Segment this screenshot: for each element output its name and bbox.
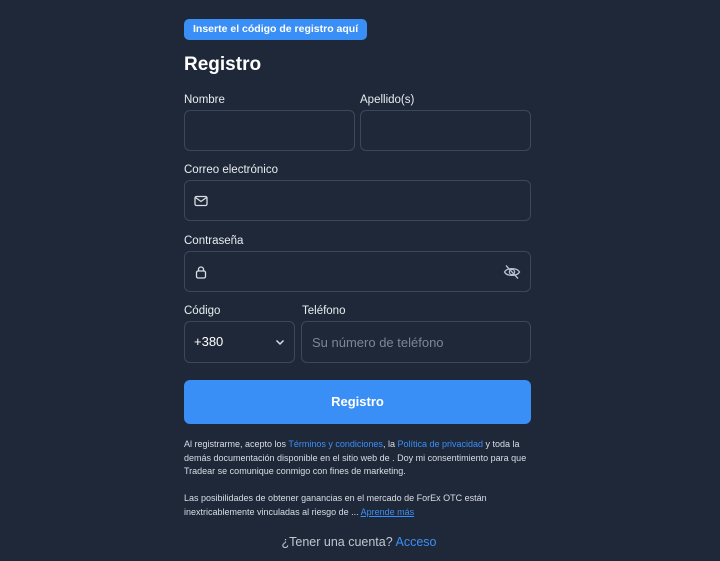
password-field[interactable] [184,251,531,292]
code-label: Código [184,305,221,317]
first-name-field[interactable] [184,110,355,151]
last-name-field[interactable] [360,110,531,151]
email-input[interactable] [185,181,530,220]
phone-field[interactable] [301,321,531,363]
phone-input[interactable] [302,322,530,362]
risk-warning-text: Las posibilidades de obtener ganancias e… [184,492,534,519]
login-link[interactable]: Acceso [395,535,436,549]
learn-more-link[interactable]: Aprende más [361,507,415,517]
first-name-label: Nombre [184,94,225,106]
country-code-value: +380 [194,334,224,349]
eye-off-icon[interactable] [503,263,521,281]
last-name-input[interactable] [361,111,530,150]
terms-link[interactable]: Términos y condiciones [288,439,383,449]
register-button[interactable]: Registro [184,380,531,424]
first-name-input[interactable] [185,111,354,150]
login-prompt: ¿Tener una cuenta? Acceso [184,535,534,549]
login-question: ¿Tener una cuenta? [281,535,396,549]
chevron-down-icon [275,339,285,346]
mail-icon [194,195,208,207]
page-title: Registro [184,54,262,75]
country-code-select[interactable]: +380 [184,321,295,363]
lock-icon [195,266,207,279]
password-label: Contraseña [184,235,244,247]
email-field[interactable] [184,180,531,221]
password-input[interactable] [185,252,530,291]
terms-text: Al registrarme, acepto los Términos y co… [184,438,534,479]
terms-text-part: , la [382,439,398,449]
phone-label: Teléfono [302,305,346,317]
last-name-label: Apellido(s) [360,94,415,106]
email-label: Correo electrónico [184,164,278,176]
privacy-link[interactable]: Política de privacidad [397,439,483,449]
risk-warning-part: Las posibilidades de obtener ganancias e… [184,493,487,517]
promo-code-button[interactable]: Inserte el código de registro aquí [184,19,368,40]
terms-text-part: Al registrarme, acepto los [184,439,289,449]
